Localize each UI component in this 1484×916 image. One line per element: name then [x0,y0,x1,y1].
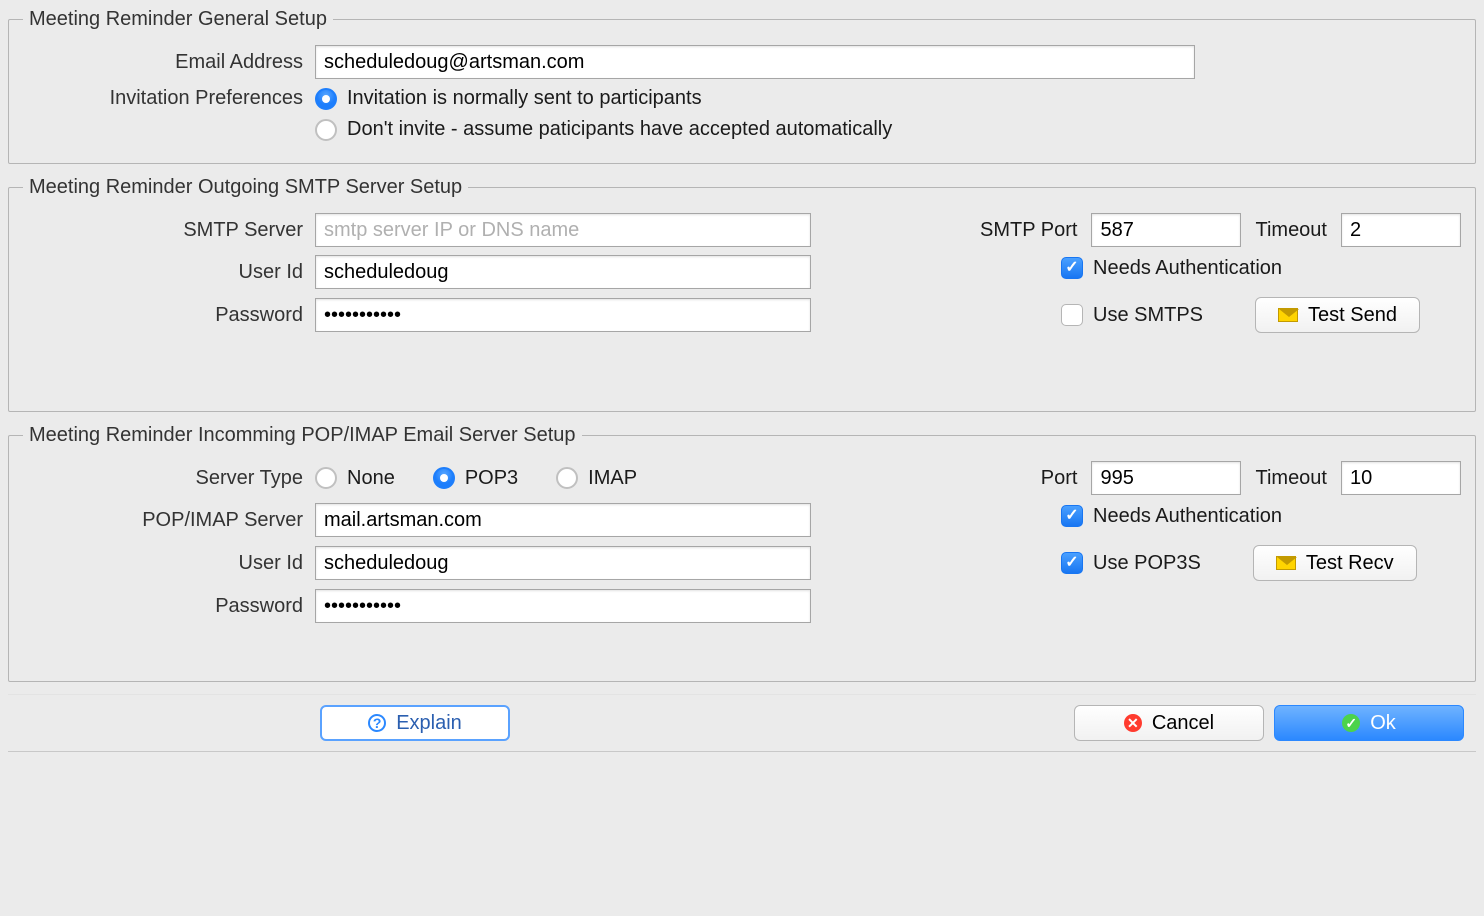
test-send-button[interactable]: Test Send [1255,297,1420,333]
envelope-icon [1276,556,1296,570]
ok-button[interactable]: ✓ Ok [1274,705,1464,741]
server-type-imap-label: IMAP [588,467,637,490]
incoming-userid-label: User Id [23,552,315,575]
email-address-input[interactable] [315,45,1195,79]
invite-none-label: Don't invite - assume paticipants have a… [347,118,892,141]
server-type-label: Server Type [23,467,315,490]
server-type-pop3-label: POP3 [465,467,518,490]
smtp-server-label: SMTP Server [23,219,315,242]
invite-none-radio[interactable]: Don't invite - assume paticipants have a… [315,118,892,141]
popimap-server-label: POP/IMAP Server [23,509,315,532]
smtp-use-smtps-label: Use SMTPS [1093,304,1203,327]
server-type-pop3-radio[interactable]: POP3 [433,467,518,490]
cancel-label: Cancel [1152,712,1214,735]
smtp-server-input[interactable] [315,213,811,247]
incoming-timeout-input[interactable] [1341,461,1461,495]
incoming-use-pop3s-label: Use POP3S [1093,552,1201,575]
smtp-userid-input[interactable] [315,255,811,289]
radio-icon [433,467,455,489]
invitation-preferences-label: Invitation Preferences [23,87,315,110]
test-recv-button[interactable]: Test Recv [1253,545,1417,581]
checkbox-icon [1061,552,1083,574]
incoming-needs-auth-checkbox[interactable]: Needs Authentication [1061,505,1461,528]
checkbox-icon [1061,505,1083,527]
incoming-setup-group: Meeting Reminder Incomming POP/IMAP Emai… [8,424,1476,682]
cancel-button[interactable]: ✕ Cancel [1074,705,1264,741]
smtp-use-smtps-checkbox[interactable]: Use SMTPS [1061,304,1203,327]
smtp-userid-label: User Id [23,261,315,284]
smtp-password-input[interactable] [315,298,811,332]
test-recv-label: Test Recv [1306,552,1394,575]
smtp-timeout-label: Timeout [1255,219,1327,242]
incoming-use-pop3s-checkbox[interactable]: Use POP3S [1061,552,1201,575]
server-type-none-label: None [347,467,395,490]
test-send-label: Test Send [1308,304,1397,327]
server-type-imap-radio[interactable]: IMAP [556,467,637,490]
radio-icon [315,119,337,141]
incoming-timeout-label: Timeout [1255,467,1327,490]
smtp-needs-auth-checkbox[interactable]: Needs Authentication [1061,257,1461,280]
check-icon: ✓ [1342,714,1360,732]
invite-normal-label: Invitation is normally sent to participa… [347,87,702,110]
smtp-port-input[interactable] [1091,213,1241,247]
general-setup-legend: Meeting Reminder General Setup [23,8,333,31]
smtp-timeout-input[interactable] [1341,213,1461,247]
incoming-needs-auth-label: Needs Authentication [1093,505,1282,528]
explain-button[interactable]: ? Explain [320,705,510,741]
radio-icon [315,467,337,489]
radio-icon [315,88,337,110]
popimap-server-input[interactable] [315,503,811,537]
server-type-none-radio[interactable]: None [315,467,395,490]
incoming-port-input[interactable] [1091,461,1241,495]
explain-label: Explain [396,712,462,735]
smtp-password-label: Password [23,304,315,327]
checkbox-icon [1061,304,1083,326]
email-address-label: Email Address [23,51,315,74]
incoming-password-label: Password [23,595,315,618]
incoming-password-input[interactable] [315,589,811,623]
help-icon: ? [368,714,386,732]
smtp-setup-legend: Meeting Reminder Outgoing SMTP Server Se… [23,176,468,199]
close-icon: ✕ [1124,714,1142,732]
ok-label: Ok [1370,712,1396,735]
smtp-needs-auth-label: Needs Authentication [1093,257,1282,280]
divider [8,751,1476,752]
smtp-port-label: SMTP Port [980,219,1077,242]
incoming-userid-input[interactable] [315,546,811,580]
general-setup-group: Meeting Reminder General Setup Email Add… [8,8,1476,164]
incoming-setup-legend: Meeting Reminder Incomming POP/IMAP Emai… [23,424,582,447]
incoming-port-label: Port [1041,467,1078,490]
envelope-icon [1278,308,1298,322]
dialog-footer: ? Explain ✕ Cancel ✓ Ok [8,694,1476,745]
radio-icon [556,467,578,489]
smtp-setup-group: Meeting Reminder Outgoing SMTP Server Se… [8,176,1476,412]
checkbox-icon [1061,257,1083,279]
invite-normal-radio[interactable]: Invitation is normally sent to participa… [315,87,702,110]
